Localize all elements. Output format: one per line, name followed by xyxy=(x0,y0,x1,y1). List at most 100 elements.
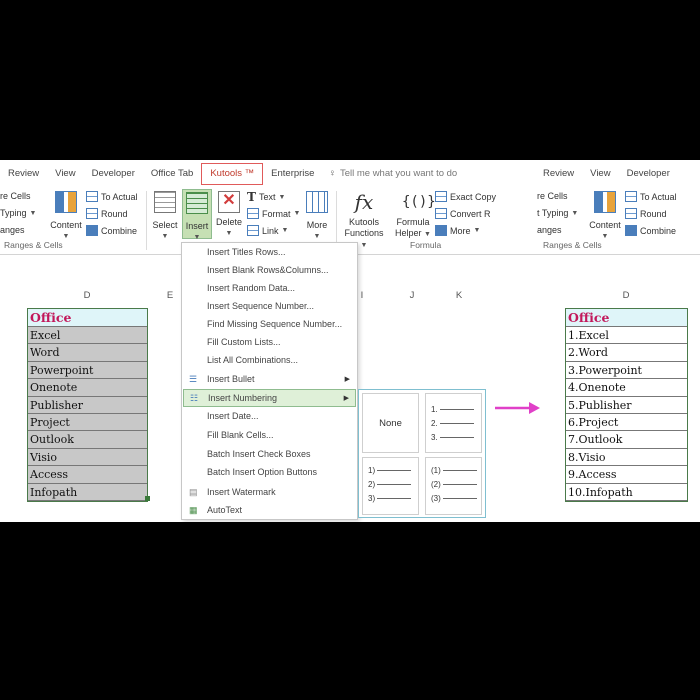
text-label: Text xyxy=(258,192,276,202)
autotext-icon: ▦ xyxy=(189,505,198,515)
ribbon-partial-row-3[interactable]: anges xyxy=(0,225,25,235)
format-button[interactable]: Format ▼ xyxy=(247,208,300,219)
office-header-cell[interactable]: Office xyxy=(28,309,147,327)
ribbon-partial-row-2[interactable]: Typing ▼ xyxy=(0,208,36,218)
column-header-k[interactable]: K xyxy=(449,290,469,301)
to-actual-button[interactable]: To Actual xyxy=(625,191,677,202)
menu-item-insert-bullet[interactable]: ☰ Insert Bullet ▶ xyxy=(183,371,356,389)
list-item[interactable]: 5.Publisher xyxy=(566,396,687,414)
numbering-marker: 3. xyxy=(431,433,438,442)
menu-item-insert-watermark[interactable]: ▤ Insert Watermark xyxy=(183,484,356,502)
list-item[interactable]: Infopath xyxy=(28,483,147,501)
column-header-j[interactable]: J xyxy=(402,290,422,301)
formula-helper-button[interactable]: {()} Formula Helper ▼ xyxy=(393,191,436,240)
list-item[interactable]: 10.Infopath xyxy=(566,483,687,501)
combine-label: Combine xyxy=(640,225,677,236)
numbering-marker: (3) xyxy=(431,494,441,503)
group-label-ranges: Ranges & Cells xyxy=(543,240,602,250)
more-formula-button[interactable]: More ▼ xyxy=(435,225,480,236)
list-item[interactable]: 7.Outlook xyxy=(566,431,687,449)
ribbon-partial-row-2[interactable]: t Typing ▼ xyxy=(537,208,578,218)
menu-item-insert-numbering[interactable]: ☷ Insert Numbering ▶ xyxy=(183,389,356,407)
round-button[interactable]: Round xyxy=(86,208,128,219)
list-item[interactable]: 3.Powerpoint xyxy=(566,361,687,380)
more-button[interactable]: More ▼ xyxy=(302,191,332,242)
exact-copy-button[interactable]: Exact Copy xyxy=(435,191,496,202)
list-item[interactable]: 8.Visio xyxy=(566,448,687,467)
list-item[interactable]: Outlook xyxy=(28,431,147,449)
line-placeholder xyxy=(442,484,477,486)
menu-item-list-all-combinations[interactable]: List All Combinations... xyxy=(183,352,356,370)
menu-item-autotext[interactable]: ▦ AutoText xyxy=(183,502,356,520)
result-arrow-icon xyxy=(495,402,540,414)
numbering-style-paren[interactable]: 1) 2) 3) xyxy=(362,457,419,515)
tab-view[interactable]: View xyxy=(582,164,618,184)
combine-button[interactable]: Combine xyxy=(625,225,676,236)
list-item[interactable]: 2.Word xyxy=(566,344,687,362)
formula-helper-label-2: Helper ▼ xyxy=(393,228,433,240)
insert-button[interactable]: Insert ▼ xyxy=(182,189,212,241)
ribbon-partial-row-3[interactable]: anges xyxy=(537,225,562,235)
round-button[interactable]: Round xyxy=(625,208,667,219)
tab-office-tab[interactable]: Office Tab xyxy=(143,164,201,184)
tab-view[interactable]: View xyxy=(47,164,83,184)
list-item[interactable]: Powerpoint xyxy=(28,361,147,380)
list-item[interactable]: 4.Onenote xyxy=(566,379,687,397)
link-button[interactable]: Link ▼ xyxy=(247,225,288,236)
ribbon-tabs: Review View Developer Office Tab Kutools… xyxy=(0,160,537,187)
tab-enterprise[interactable]: Enterprise xyxy=(263,164,322,184)
chevron-down-icon: ▼ xyxy=(571,209,579,217)
numbering-style-circle[interactable]: (1) (2) (3) xyxy=(425,457,482,515)
tab-developer[interactable]: Developer xyxy=(619,164,678,184)
list-item[interactable]: Publisher xyxy=(28,396,147,414)
numbering-line: (1) xyxy=(431,466,477,475)
numbering-line: (3) xyxy=(431,494,477,503)
menu-item-insert-random-data[interactable]: Insert Random Data... xyxy=(183,280,356,298)
numbering-style-dot[interactable]: 1. 2. 3. xyxy=(425,393,482,453)
list-item[interactable]: Access xyxy=(28,466,147,484)
menu-item-batch-insert-check-boxes[interactable]: Batch Insert Check Boxes xyxy=(183,446,356,464)
fill-handle[interactable] xyxy=(145,496,150,501)
list-item[interactable]: 1.Excel xyxy=(566,327,687,345)
tab-developer[interactable]: Developer xyxy=(84,164,143,184)
exact-copy-label: Exact Copy xyxy=(450,191,497,202)
menu-item-fill-custom-lists[interactable]: Fill Custom Lists... xyxy=(183,334,356,352)
list-item[interactable]: 6.Project xyxy=(566,413,687,432)
tell-me-box[interactable]: ♀ Tell me what you want to do xyxy=(322,168,457,179)
menu-item-batch-insert-option-buttons[interactable]: Batch Insert Option Buttons xyxy=(183,464,356,482)
ribbon-partial-row-1[interactable]: re Cells xyxy=(0,191,31,201)
combine-icon xyxy=(86,225,98,236)
menu-item-insert-blank-rows-columns[interactable]: Insert Blank Rows&Columns... xyxy=(183,262,356,280)
content-button[interactable]: Content ▼ xyxy=(46,191,86,242)
combine-label: Combine xyxy=(101,225,138,236)
menu-item-insert-date[interactable]: Insert Date... xyxy=(183,408,356,426)
text-button[interactable]: T Text ▼ xyxy=(247,190,285,204)
menu-item-insert-sequence-number[interactable]: Insert Sequence Number... xyxy=(183,298,356,316)
list-item[interactable]: 9.Access xyxy=(566,466,687,484)
to-actual-icon xyxy=(625,191,637,202)
list-item[interactable]: Onenote xyxy=(28,379,147,397)
combine-button[interactable]: Combine xyxy=(86,225,137,236)
numbering-style-none[interactable]: None xyxy=(362,393,419,453)
content-button[interactable]: Content ▼ xyxy=(585,191,625,242)
delete-button[interactable]: ✕ Delete ▼ xyxy=(214,191,244,239)
list-item[interactable]: Word xyxy=(28,344,147,362)
column-header-d[interactable]: D xyxy=(565,290,687,301)
menu-item-label: Insert Random Data... xyxy=(207,283,296,293)
office-header-cell[interactable]: Office xyxy=(566,309,687,327)
to-actual-button[interactable]: To Actual xyxy=(86,191,138,202)
tab-review[interactable]: Review xyxy=(537,164,582,184)
list-item[interactable]: Excel xyxy=(28,327,147,345)
menu-item-insert-titles-rows[interactable]: Insert Titles Rows... xyxy=(183,244,356,262)
convert-refs-button[interactable]: Convert R xyxy=(435,208,491,219)
menu-item-label: Insert Blank Rows&Columns... xyxy=(207,265,329,275)
list-item[interactable]: Project xyxy=(28,413,147,432)
tab-kutools[interactable]: Kutools ™ xyxy=(201,162,264,185)
ribbon-partial-row-1[interactable]: re Cells xyxy=(537,191,568,201)
select-button[interactable]: Select ▼ xyxy=(150,191,180,242)
tab-review[interactable]: Review xyxy=(0,164,47,184)
menu-item-find-missing-sequence-number[interactable]: Find Missing Sequence Number... xyxy=(183,316,356,334)
menu-item-fill-blank-cells[interactable]: Fill Blank Cells... xyxy=(183,427,356,445)
list-item[interactable]: Visio xyxy=(28,448,147,467)
column-header-d[interactable]: D xyxy=(28,290,146,301)
